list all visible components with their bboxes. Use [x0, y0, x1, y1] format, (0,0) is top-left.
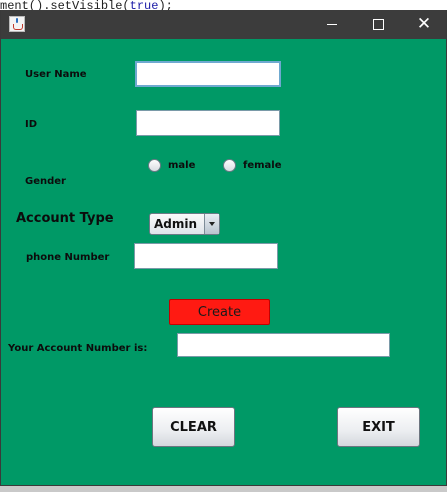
id-input[interactable]	[136, 110, 280, 136]
account-number-field[interactable]	[177, 333, 390, 357]
minimize-icon	[327, 24, 337, 25]
java-cup-icon[interactable]	[9, 16, 25, 32]
account-number-label: Your Account Number is:	[8, 343, 148, 354]
username-input[interactable]	[135, 61, 281, 87]
account-type-value: Admin	[154, 217, 198, 231]
app-window: ✕ User Name ID male female Gender Accoun…	[0, 10, 447, 486]
close-button[interactable]: ✕	[401, 10, 447, 39]
exit-button[interactable]: EXIT	[337, 407, 420, 447]
maximize-icon	[372, 19, 384, 30]
close-icon: ✕	[416, 14, 432, 34]
gender-female-label[interactable]: female	[243, 160, 282, 171]
maximize-button[interactable]	[355, 10, 401, 39]
gender-label: Gender	[25, 176, 66, 187]
gender-male-label[interactable]: male	[168, 160, 195, 171]
chevron-down-icon[interactable]	[204, 214, 219, 234]
gender-female-radio[interactable]	[223, 159, 236, 172]
title-bar[interactable]: ✕	[1, 10, 446, 39]
gender-male-radio[interactable]	[148, 159, 161, 172]
username-label: User Name	[25, 69, 87, 80]
create-button[interactable]: Create	[169, 299, 270, 325]
phone-input[interactable]	[134, 243, 278, 269]
account-type-label: Account Type	[16, 211, 114, 226]
minimize-button[interactable]	[309, 10, 355, 39]
id-label: ID	[25, 119, 38, 130]
form-panel: User Name ID male female Gender Account …	[1, 39, 446, 485]
account-type-dropdown[interactable]: Admin	[149, 213, 220, 235]
phone-label: phone Number	[26, 252, 110, 263]
clear-button[interactable]: CLEAR	[152, 407, 235, 447]
background-strip	[0, 486, 447, 492]
